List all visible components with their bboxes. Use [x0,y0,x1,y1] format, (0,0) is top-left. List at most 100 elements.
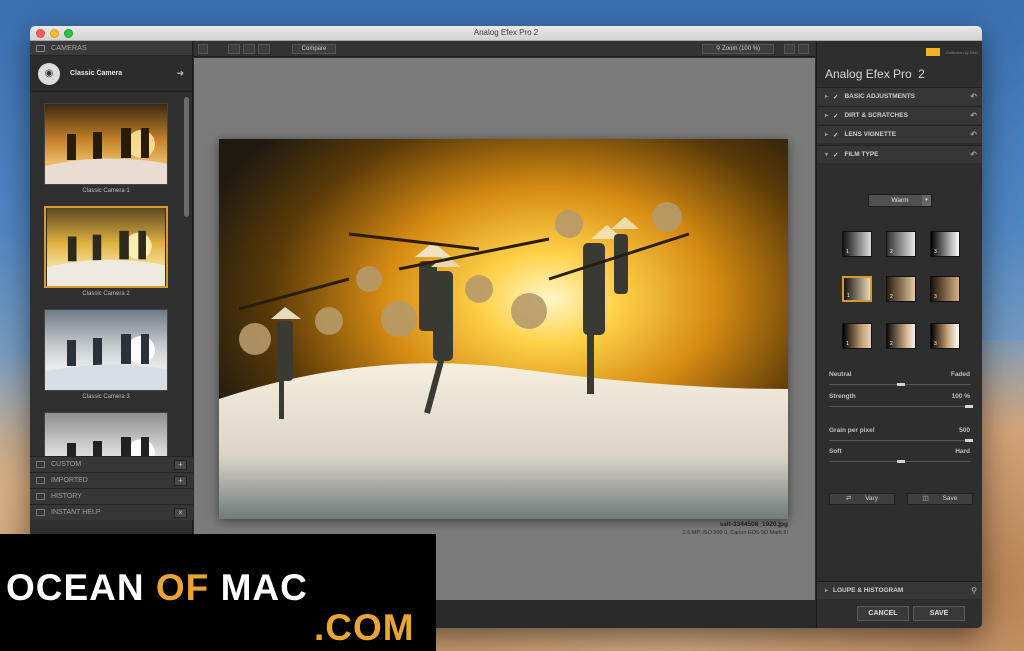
zoom-control[interactable]: ⚲ Zoom (100 %) [702,44,774,54]
slider-handle[interactable] [897,460,905,463]
section-lens-vignette[interactable]: ▸ ✓ LENS VIGNETTE ↶ [817,125,982,143]
preset-scrollbar[interactable] [184,97,189,217]
film-swatch[interactable]: 2 [886,276,916,302]
cameras-section-header[interactable]: CAMERAS [30,41,192,56]
split-view-icon[interactable] [243,44,255,54]
side-by-side-view-icon[interactable] [258,44,270,54]
checkmark-icon[interactable]: ✓ [833,93,838,101]
preset-item[interactable]: Classic Camera 3 [44,309,168,400]
watermark-of: OF [155,567,210,608]
undo-icon[interactable]: ↶ [970,150,977,159]
film-type-value: Warm [891,197,909,204]
save-button[interactable]: SAVE [913,606,965,621]
undo-icon[interactable]: ↶ [970,130,977,139]
custom-icon [36,461,45,468]
image-canvas[interactable]: salt-3344508_1920.jpg 2.5 MP, ISO 500 0,… [194,58,815,600]
checkmark-icon[interactable]: ✓ [833,131,838,139]
instant-help-section[interactable]: INSTANT HELP × [30,504,193,520]
neutral-label: Neutral [829,371,852,378]
film-swatch[interactable]: 1 [842,323,872,349]
history-icon [36,493,45,500]
camera-save-icon: ◫ [922,495,929,502]
instant-help-label: INSTANT HELP [51,509,101,516]
brand-name: Analog Efex Pro [825,67,912,81]
film-type-dropdown[interactable]: Warm ▾ [868,194,932,207]
expand-triangle-icon[interactable]: ▸ [825,131,828,138]
brand-version: 2 [918,67,925,81]
preview-image[interactable] [219,139,788,519]
add-imported-button[interactable]: + [174,476,187,486]
film-swatch[interactable]: 3 [930,231,960,257]
history-label: HISTORY [51,493,82,500]
preset-thumbnail [44,412,168,458]
preset-item-selected[interactable]: Classic Camera 2 [44,206,168,297]
collection-label: Collection by DxO [945,50,978,55]
preset-label: Classic Camera 1 [82,188,130,194]
watermark-ocean: OCEAN [6,567,145,608]
camera-name: Classic Camera [70,70,123,77]
view-toolbar: Compare ⚲ Zoom (100 %) [194,41,815,57]
toggle-right-panel-icon[interactable] [798,44,809,54]
close-help-button[interactable]: × [174,508,187,518]
neutral-faded-slider[interactable] [829,383,971,386]
compare-button[interactable]: Compare [292,44,336,54]
save-preset-label: Save [942,495,958,502]
classic-camera-icon: ◉ [38,62,60,85]
film-swatch[interactable]: 2 [886,231,916,257]
cancel-button[interactable]: CANCEL [857,606,909,621]
slider-handle[interactable] [897,383,905,386]
section-basic-adjustments[interactable]: ▸ ✓ BASIC ADJUSTMENTS ↶ [817,87,982,105]
pin-icon[interactable]: ⚲ [971,586,977,595]
section-dirt-scratches[interactable]: ▸ ✓ DIRT & SCRATCHES ↶ [817,106,982,124]
section-loupe-histogram[interactable]: ▸ LOUPE & HISTOGRAM ⚲ [817,581,982,599]
preset-label: Classic Camera 2 [82,291,130,297]
slider-handle[interactable] [965,405,973,408]
film-swatch[interactable]: 1 [842,231,872,257]
film-swatch[interactable]: 2 [886,323,916,349]
watermark-line-1: OCEAN OF MAC [6,567,308,609]
toggle-panel-icon[interactable] [198,44,208,54]
checkmark-icon[interactable]: ✓ [833,151,838,159]
background-color-icon[interactable] [784,44,795,54]
undo-icon[interactable]: ↶ [970,92,977,101]
single-view-icon[interactable] [228,44,240,54]
section-label: LOUPE & HISTOGRAM [833,587,904,594]
watermark-mac: MAC [220,567,308,608]
grain-value: 500 [959,427,970,434]
window-title: Analog Efex Pro 2 [473,28,539,37]
section-film-type[interactable]: ▾ ✓ FILM TYPE ↶ [817,145,982,163]
imported-label: IMPORTED [51,477,88,484]
strength-label: Strength [829,393,856,400]
watermark-line-2: .COM [314,607,415,648]
soft-hard-slider[interactable] [829,460,971,463]
checkmark-icon[interactable]: ✓ [833,112,838,120]
custom-section[interactable]: CUSTOM + [30,456,193,472]
undo-icon[interactable]: ↶ [970,111,977,120]
history-section[interactable]: HISTORY [30,488,193,504]
expand-triangle-icon[interactable]: ▸ [825,587,828,594]
slider-handle[interactable] [965,439,973,442]
adjustments-panel: Collection by DxO Analog Efex Pro 2 ▸ ✓ … [816,41,982,628]
arrow-right-icon[interactable]: ➜ [176,68,184,79]
save-preset-button[interactable]: ◫ Save [907,493,973,505]
expand-triangle-icon[interactable]: ▸ [825,112,828,119]
preset-item[interactable]: Classic Camera 1 [44,103,168,194]
strength-slider[interactable] [829,405,973,408]
expand-triangle-icon[interactable]: ▸ [825,93,828,100]
add-custom-button[interactable]: + [174,460,187,470]
section-label: LENS VIGNETTE [844,131,897,138]
watermark: OCEAN OF MAC .COM [0,534,436,651]
film-swatch-selected[interactable]: 1 [842,276,872,302]
preset-item[interactable] [44,412,168,458]
film-swatch[interactable]: 3 [930,276,960,302]
collapse-triangle-icon[interactable]: ▾ [825,151,828,158]
film-swatch[interactable]: 3 [930,323,960,349]
vary-button[interactable]: ⇄ Vary [829,493,895,505]
grain-slider[interactable] [829,439,973,442]
camera-selector[interactable]: ◉ Classic Camera ➜ [30,56,192,92]
image-info: 2.5 MP, ISO 500 0, Canon EOS 5D Mark III [682,530,788,536]
imported-section[interactable]: IMPORTED + [30,472,193,488]
image-filename: salt-3344508_1920.jpg [719,521,788,528]
soft-label: Soft [829,448,842,455]
preset-list: Classic Camera 1 Classic Camera 2 Classi… [30,93,193,458]
